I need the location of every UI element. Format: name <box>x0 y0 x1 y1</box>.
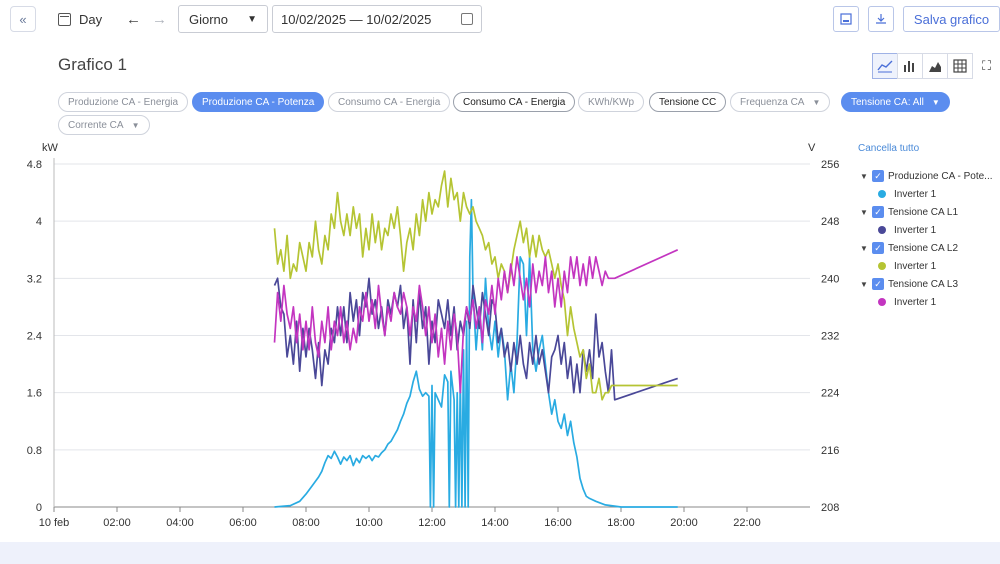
legend-item[interactable]: Inverter 1 <box>858 257 1000 275</box>
series-dot <box>878 298 886 306</box>
x-tick-label: 02:00 <box>103 517 131 529</box>
series-line-3 <box>273 249 679 394</box>
y-right-axis-label: V <box>808 142 816 154</box>
legend-group-label: Tensione CA L2 <box>888 242 959 254</box>
x-tick-label: 20:00 <box>670 517 698 529</box>
x-tick-label: 22:00 <box>733 517 761 529</box>
chip-corrente-ca[interactable]: Corrente CA ▼ <box>58 115 150 135</box>
x-tick-label: 06:00 <box>229 517 257 529</box>
page: « Day ← → Giorno ▼ 10/02/2025 — 10/02/20… <box>0 0 1000 564</box>
chip-consumo-energia[interactable]: Consumo CA - Energia <box>328 92 451 112</box>
chevron-down-icon: ▼ <box>931 97 940 107</box>
y-left-tick-label: 2.4 <box>27 331 42 343</box>
download-icon[interactable] <box>868 6 894 32</box>
legend-group[interactable]: ▼ ✓ Tensione CA L2 <box>858 239 1000 257</box>
chevron-down-icon: ▼ <box>812 97 821 107</box>
chevron-down-icon[interactable]: ▼ <box>860 280 872 289</box>
y-right-tick-label: 208 <box>821 502 839 514</box>
chevron-down-icon: ▼ <box>247 13 257 25</box>
chip-kwh-kwp[interactable]: KWh/KWp <box>578 92 645 112</box>
checkbox-checked-icon[interactable]: ✓ <box>872 278 884 290</box>
series-line-0 <box>274 198 678 508</box>
chevron-down-icon[interactable]: ▼ <box>860 244 872 253</box>
date-range-value: 10/02/2025 — 10/02/2025 <box>281 11 432 27</box>
period-select-value: Giorno <box>189 11 229 27</box>
day-button[interactable]: Day <box>58 8 102 30</box>
y-left-tick-label: 3.2 <box>27 273 42 285</box>
legend-item-label: Inverter 1 <box>894 296 937 308</box>
save-chart-button[interactable]: Salva grafico <box>903 6 1000 32</box>
x-tick-label: 12:00 <box>418 517 446 529</box>
series-dot <box>878 190 886 198</box>
legend-group-label: Tensione CA L3 <box>888 278 959 290</box>
legend-item-label: Inverter 1 <box>894 188 937 200</box>
chip-consumo-energia-2[interactable]: Consumo CA - Energia <box>453 92 576 112</box>
image-export-icon[interactable] <box>833 6 859 32</box>
x-tick-label: 18:00 <box>607 517 635 529</box>
legend-group-label: Tensione CA L1 <box>888 206 959 218</box>
y-left-axis-label: kW <box>42 142 59 154</box>
bar-chart-icon[interactable] <box>897 53 923 79</box>
x-tick-label: 04:00 <box>166 517 194 529</box>
legend-item[interactable]: Inverter 1 <box>858 185 1000 203</box>
legend-group[interactable]: ▼ ✓ Tensione CA L3 <box>858 275 1000 293</box>
legend-item-label: Inverter 1 <box>894 260 937 272</box>
y-right-tick-label: 216 <box>821 445 839 457</box>
chevron-down-icon[interactable]: ▼ <box>860 172 872 181</box>
series-dot <box>878 262 886 270</box>
y-left-tick-label: 1.6 <box>27 388 42 400</box>
series-dot <box>878 226 886 234</box>
y-left-tick-label: 4.8 <box>27 159 42 171</box>
date-range-input[interactable]: 10/02/2025 — 10/02/2025 <box>272 5 482 33</box>
chip-produzione-potenza[interactable]: Produzione CA - Potenza <box>192 92 325 112</box>
y-right-tick-label: 232 <box>821 331 839 343</box>
x-tick-label: 16:00 <box>544 517 572 529</box>
chart-type-selector <box>872 53 973 79</box>
legend: Cancella tutto ▼ ✓ Produzione CA - Pote...… <box>858 143 1000 311</box>
y-right-tick-label: 224 <box>821 388 839 400</box>
chevron-down-icon[interactable]: ▼ <box>860 208 872 217</box>
legend-item[interactable]: Inverter 1 <box>858 293 1000 311</box>
x-tick-label: 08:00 <box>292 517 320 529</box>
calendar-icon <box>58 12 71 26</box>
bottom-band <box>0 542 1000 564</box>
double-chevron-left-icon[interactable]: « <box>10 6 36 32</box>
checkbox-checked-icon[interactable]: ✓ <box>872 242 884 254</box>
legend-item[interactable]: Inverter 1 <box>858 221 1000 239</box>
line-chart: 0 208 0.8 216 1.6 224 2.4 232 3.2 240 4 248 4.8 256 kW… <box>27 142 840 529</box>
day-label: Day <box>79 11 103 27</box>
chip-frequenza-ca[interactable]: Frequenza CA ▼ <box>730 92 831 112</box>
y-left-tick-label: 4 <box>36 216 42 228</box>
chevron-down-icon: ▼ <box>131 120 140 130</box>
calendar-icon <box>461 13 473 25</box>
chip-tensione-cc[interactable]: Tensione CC <box>649 92 727 112</box>
y-right-tick-label: 256 <box>821 159 839 171</box>
legend-group[interactable]: ▼ ✓ Produzione CA - Pote... <box>858 167 1000 185</box>
checkbox-checked-icon[interactable]: ✓ <box>872 206 884 218</box>
arrow-left-icon[interactable]: ← <box>126 8 141 30</box>
chip-produzione-energia[interactable]: Produzione CA - Energia <box>58 92 189 112</box>
period-select[interactable]: Giorno ▼ <box>178 5 268 33</box>
series-line-2 <box>273 170 678 401</box>
clear-all-link[interactable]: Cancella tutto <box>858 143 1000 154</box>
fullscreen-icon[interactable]: ⛶ <box>982 58 991 74</box>
x-tick-label: 10:00 <box>355 517 383 529</box>
arrow-right-icon[interactable]: → <box>152 8 167 30</box>
legend-group-label: Produzione CA - Pote... <box>888 170 993 182</box>
y-right-tick-label: 240 <box>821 273 839 285</box>
x-tick-label: 14:00 <box>481 517 509 529</box>
x-tick-label: 10 feb <box>39 517 70 529</box>
legend-item-label: Inverter 1 <box>894 224 937 236</box>
chip-tensione-ca[interactable]: Tensione CA: All ▼ <box>841 92 950 112</box>
line-chart-icon[interactable] <box>872 53 898 79</box>
y-right-tick-label: 248 <box>821 216 839 228</box>
checkbox-checked-icon[interactable]: ✓ <box>872 170 884 182</box>
legend-group[interactable]: ▼ ✓ Tensione CA L1 <box>858 203 1000 221</box>
toolbar: « Day ← → Giorno ▼ 10/02/2025 — 10/02/20… <box>0 0 1000 38</box>
table-icon[interactable] <box>947 53 973 79</box>
chart-title: Grafico 1 <box>58 55 127 74</box>
y-left-tick-label: 0 <box>36 502 42 514</box>
area-chart-icon[interactable] <box>922 53 948 79</box>
y-left-tick-label: 0.8 <box>27 445 42 457</box>
